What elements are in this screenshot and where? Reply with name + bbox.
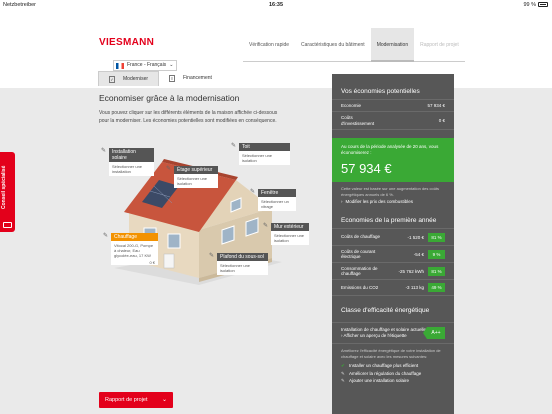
- callout-heating-body: Vitocal 200-G, Pompe à chaleur, Eau glyc…: [114, 243, 154, 258]
- tab-financement-label: Financement: [183, 75, 212, 81]
- checklist-item-heating-control[interactable]: ✎ Améliorer la régulation du chauffage: [332, 370, 454, 378]
- page-title: Economiser grâce à la modernisation: [99, 93, 240, 103]
- check-icon: ✔: [341, 363, 345, 368]
- callout-roof-title: Toit: [239, 143, 290, 151]
- table-row: Coûts de chauffage -1 520 € 81 %: [332, 228, 454, 245]
- tab-project-report: Rapport de projet: [414, 28, 465, 62]
- callout-basement-ceiling[interactable]: ✎ Plafond du sous-sol Sélectionner une i…: [209, 253, 268, 275]
- expert-advice-tab[interactable]: Conseil spécialisé: [0, 152, 15, 232]
- callout-roof-body: Sélectionner une isolation: [242, 153, 273, 163]
- callout-upper-floor-title: Étage supérieur: [174, 166, 218, 174]
- callout-basement-ceiling-body: Sélectionner une isolation: [220, 263, 251, 273]
- savings-row: Economie 57 934 €: [332, 99, 454, 111]
- viessmann-logo[interactable]: VIESMANN: [99, 37, 154, 48]
- checklist-item-efficient-heating[interactable]: ✔ Installer un chauffage plus efficient: [332, 362, 454, 370]
- edit-icon: ✎: [263, 223, 269, 229]
- savings-value: 57 934 €: [427, 103, 445, 108]
- period-savings-value: 57 934 €: [341, 161, 392, 176]
- main-navigation: Vérification rapide Caractéristiques du …: [243, 28, 465, 62]
- chevron-down-icon: ⌄: [169, 62, 174, 68]
- intro-text: Vous pouvez cliquer sur les différents é…: [99, 110, 278, 124]
- edit-icon: ✎: [250, 189, 256, 195]
- percent-badge: 49 %: [428, 283, 445, 292]
- clock: 16:35: [268, 2, 284, 8]
- france-flag-icon: [116, 62, 124, 69]
- efficiency-row: Installation de chauffage et solaire act…: [332, 322, 454, 344]
- callout-solar-body: Sélectionner une installation: [112, 164, 143, 174]
- project-report-button-label: Rapport de projet: [105, 397, 148, 403]
- efficiency-class-badge: A++: [423, 327, 445, 339]
- label-preview-link[interactable]: › Afficher un aperçu de l'étiquette: [341, 333, 427, 339]
- efficiency-title: Classe d'efficacité énergétique: [341, 307, 430, 314]
- checklist-item-solar[interactable]: ✎ Ajouter une installation solaire: [332, 377, 454, 385]
- tab-moderniser[interactable]: ✓ Moderniser: [98, 71, 160, 86]
- callout-basement-ceiling-title: Plafond du sous-sol: [217, 253, 268, 261]
- percent-badge: 81 %: [428, 232, 445, 242]
- percent-badge: 9 %: [428, 249, 445, 259]
- savings-panel: Vos économies potentielles Economie 57 9…: [332, 74, 454, 414]
- heating-unit[interactable]: [163, 253, 175, 269]
- tab-moderniser-label: Moderniser: [123, 75, 149, 82]
- battery-status: 99 %: [523, 2, 548, 8]
- table-row: Coûts de courant électrique -54 € 9 %: [332, 245, 454, 262]
- callout-window-title: Fenêtre: [258, 189, 296, 197]
- edit-icon: ✎: [166, 166, 172, 172]
- callout-upper-floor-body: Sélectionner une isolation: [177, 176, 208, 186]
- callout-heating[interactable]: ✎ Chauffage Vitocal 200-G, Pompe à chale…: [103, 233, 158, 265]
- investment-value: 0 €: [438, 118, 445, 123]
- chevron-down-icon: ⌄: [161, 397, 167, 403]
- chat-icon: [3, 222, 12, 228]
- status-bar: Netzbetreiber 16:35 99 %: [0, 0, 552, 10]
- efficiency-note: Améliorez l'efficacité énergétique de vo…: [341, 348, 441, 359]
- calculator-icon: ≡: [169, 75, 176, 82]
- callout-window[interactable]: ✎ Fenêtre Sélectionner un vitrage: [250, 189, 296, 211]
- percent-badge: 81 %: [428, 266, 445, 276]
- edit-icon: ✎: [231, 143, 237, 149]
- project-report-button[interactable]: Rapport de projet ⌄: [99, 392, 173, 408]
- period-savings-box: Au cours de la période analysée de 20 an…: [332, 138, 454, 182]
- edit-icon: ✎: [341, 378, 345, 383]
- edit-icon: ✎: [209, 253, 215, 259]
- callout-heating-title: Chauffage: [111, 233, 158, 241]
- energy-cost-note: Cette valeur est basée sur une augmentat…: [341, 186, 440, 197]
- table-row: Consommation de chauffage -25 762 kWh 81…: [332, 262, 454, 279]
- investment-label: Coûts d'investissement: [341, 115, 375, 126]
- edit-icon: ✎: [101, 148, 107, 154]
- callout-solar[interactable]: ✎ Installation solaire Sélectionner une …: [101, 148, 154, 176]
- edit-icon: ✎: [103, 233, 109, 239]
- callout-outer-wall-title: Mur extérieur: [271, 223, 309, 231]
- savings-label: Economie: [341, 103, 362, 108]
- callout-heating-value: 0 €: [149, 260, 155, 265]
- language-selector[interactable]: France - Français ⌄: [113, 60, 178, 71]
- tab-quick-check[interactable]: Vérification rapide: [243, 28, 296, 62]
- first-year-title: Economies de la première année: [341, 217, 437, 224]
- modify-fuel-prices-link[interactable]: › Modifier les prix des combustibles: [332, 197, 454, 206]
- callout-upper-floor[interactable]: ✎ Étage supérieur Sélectionner une isola…: [166, 166, 218, 188]
- edit-icon: ✎: [341, 370, 345, 376]
- checklist-icon: ✓: [109, 75, 115, 83]
- investment-row: Coûts d'investissement 0 €: [332, 111, 454, 130]
- tab-financement[interactable]: ≡ Financement: [159, 71, 222, 86]
- callout-solar-title: Installation solaire: [109, 148, 154, 162]
- app-header: VIESMANN Vérification rapide Caractérist…: [0, 10, 552, 88]
- window-front-right[interactable]: [167, 233, 181, 249]
- battery-icon: [538, 2, 548, 7]
- period-text: Au cours de la période analysée de 20 an…: [341, 144, 439, 155]
- panel-title: Vos économies potentielles: [341, 88, 420, 95]
- language-label: France - Français: [127, 62, 167, 68]
- callout-outer-wall-body: Sélectionner une isolation: [274, 233, 305, 243]
- tab-building-characteristics[interactable]: Caractéristiques du bâtiment: [295, 28, 371, 62]
- callout-outer-wall[interactable]: ✎ Mur extérieur Sélectionner une isolati…: [263, 223, 309, 245]
- expert-advice-label: Conseil spécialisé: [1, 165, 7, 209]
- callout-roof[interactable]: ✎ Toit Sélectionner une isolation: [231, 143, 290, 165]
- chevron-right-icon: ›: [341, 199, 343, 204]
- sub-tabs: ✓ Moderniser ≡ Financement: [98, 71, 222, 86]
- callout-window-body: Sélectionner un vitrage: [261, 199, 289, 209]
- table-row: Emissions du CO2 -3 113 kg 49 %: [332, 279, 454, 296]
- tab-modernisation[interactable]: Modernisation: [370, 28, 415, 62]
